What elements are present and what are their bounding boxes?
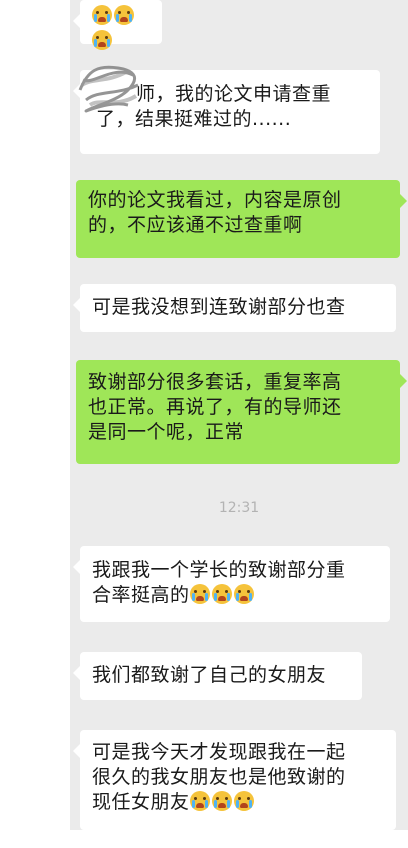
message-text-line: 可是我没想到连致谢部分也查 (92, 296, 346, 318)
message-text-line-with-emoji: 合率挺高的 (92, 583, 378, 608)
redacted-avatar-scribble (78, 65, 139, 113)
message-text-line: 的，不应该通不过查重啊 (88, 214, 303, 236)
message-bubble-incoming[interactable] (73, 0, 162, 50)
chat-conversation: 师，我的论文申请查重 了，结果挺难过的...... 你的论文我看过，内容是原创 … (70, 0, 408, 830)
crying-face-emoji-icon (189, 584, 210, 604)
crying-face-emoji-icon (92, 5, 112, 25)
timestamp: 12:31 (218, 500, 260, 516)
message-text-line: 可是我今天才发现跟我在一起 (92, 741, 346, 763)
message-text-line-with-emoji: 现任女朋友 (92, 790, 384, 815)
message-bubble-incoming[interactable]: 我们都致谢了自己的女朋友 (73, 652, 362, 700)
message-text-line: 我跟我一个学长的致谢部分重 (92, 559, 346, 581)
crying-face-emoji-icon (233, 584, 254, 604)
crying-face-emoji-icon (92, 30, 112, 50)
crying-face-emoji-icon (233, 791, 254, 811)
crying-face-emoji-icon (189, 791, 210, 811)
message-text-line: 师，我的论文申请查重 (136, 83, 332, 105)
message-text-line: 致谢部分很多套话，重复率高 (88, 371, 342, 393)
message-text: 合率挺高的 (92, 584, 190, 606)
crying-face-emoji-icon (114, 5, 134, 25)
crying-face-emoji-icon (211, 584, 232, 604)
message-text-line: 你的论文我看过，内容是原创 (88, 189, 342, 211)
message-bubble-incoming[interactable]: 可是我今天才发现跟我在一起 很久的我女朋友也是他致谢的 现任女朋友 (73, 730, 396, 830)
message-text-line: 我们都致谢了自己的女朋友 (92, 664, 327, 686)
message-text: 现任女朋友 (92, 791, 190, 813)
message-bubble-incoming[interactable]: 可是我没想到连致谢部分也查 (73, 284, 396, 332)
message-text-line: 也正常。再说了，有的导师还 (88, 396, 342, 418)
message-text-line: 是同一个呢，正常 (88, 421, 245, 443)
crying-face-emoji-icon (211, 791, 232, 811)
message-text-line: 很久的我女朋友也是他致谢的 (92, 766, 346, 788)
message-bubble-outgoing[interactable]: 致谢部分很多套话，重复率高 也正常。再说了，有的导师还 是同一个呢，正常 (76, 360, 407, 464)
message-bubble-outgoing[interactable]: 你的论文我看过，内容是原创 的，不应该通不过查重啊 (76, 180, 407, 258)
message-bubble-incoming[interactable]: 我跟我一个学长的致谢部分重 合率挺高的 (73, 546, 390, 622)
